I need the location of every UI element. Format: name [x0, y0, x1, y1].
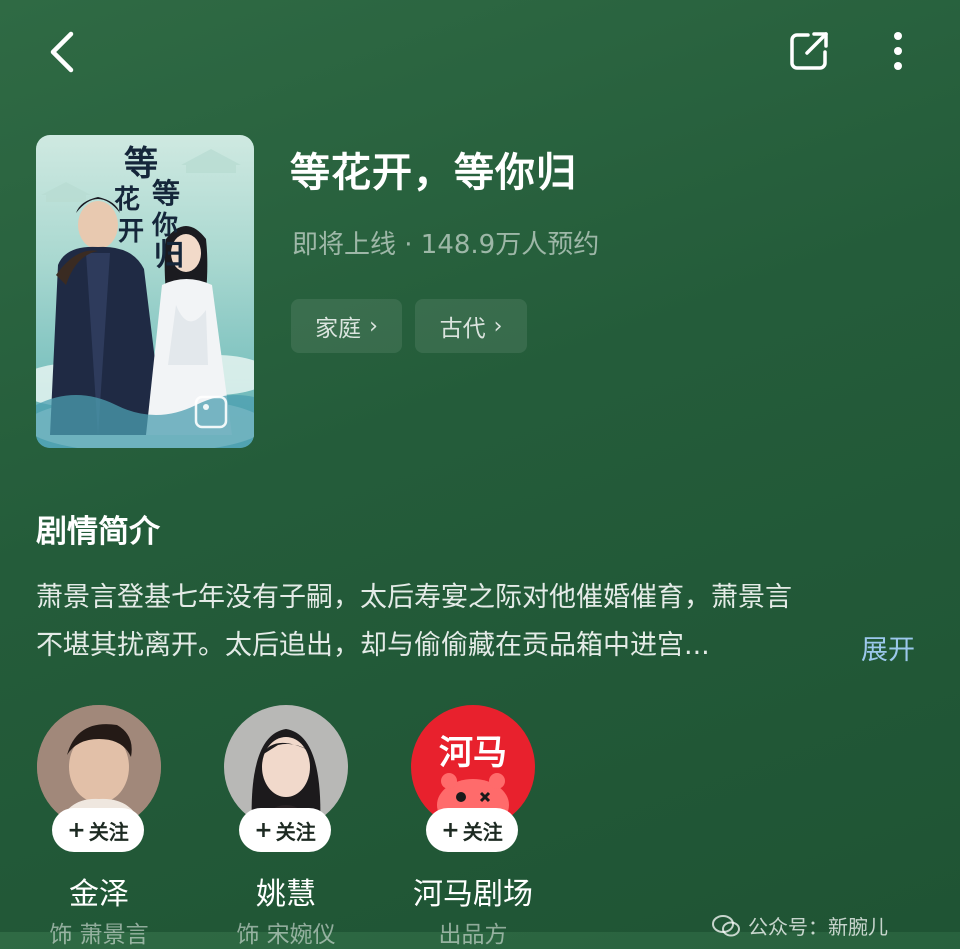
- cast-role: 饰 萧景言: [49, 922, 149, 948]
- synopsis-heading: 剧情简介: [36, 514, 160, 550]
- cast-name[interactable]: 河马剧场: [373, 869, 573, 913]
- plus-icon: +: [441, 817, 460, 843]
- hema-logo-text: 河马: [439, 733, 507, 773]
- follow-button[interactable]: + 关注: [239, 808, 331, 852]
- cast-name[interactable]: 金泽: [0, 869, 199, 913]
- follow-label: 关注: [275, 819, 316, 844]
- tag-label: 古代: [439, 316, 486, 342]
- chevron-right-icon: ›: [369, 313, 378, 339]
- share-button[interactable]: [782, 24, 836, 78]
- expand-synopsis-link[interactable]: 展开: [861, 628, 915, 667]
- show-poster[interactable]: 等 花 等 开 你 归: [36, 135, 254, 448]
- tag-label: 家庭: [315, 316, 362, 342]
- show-title: 等花开，等你归: [290, 150, 577, 196]
- back-button[interactable]: [36, 26, 88, 78]
- wechat-watermark: 公众号：新腕儿: [712, 911, 888, 940]
- chevron-right-icon: ›: [493, 313, 503, 339]
- cast-role: 出品方: [438, 922, 508, 948]
- poster-title-art: 等 花 等 开 你 归: [114, 144, 184, 273]
- chevron-left-icon: [50, 31, 74, 73]
- share-external-icon: [790, 32, 828, 70]
- watermark-text: 公众号：新腕儿: [748, 915, 888, 939]
- follow-label: 关注: [462, 819, 503, 844]
- release-status: 即将上线 · 148.9万人预约: [292, 230, 600, 260]
- synopsis-line-1: 萧景言登基七年没有子嗣，太后寿宴之际对他催婚催育，萧景言: [36, 582, 792, 613]
- plus-icon: +: [254, 817, 273, 843]
- more-vertical-icon: [894, 32, 902, 70]
- more-button[interactable]: [874, 24, 922, 78]
- cast-name[interactable]: 姚慧: [186, 869, 386, 913]
- follow-label: 关注: [88, 819, 129, 844]
- cast-role: 饰 宋婉仪: [236, 922, 336, 948]
- wechat-icon: [712, 914, 740, 936]
- plus-icon: +: [67, 817, 86, 843]
- tag-ancient[interactable]: 古代 ›: [415, 299, 527, 353]
- synopsis-line-2: 不堪其扰离开。太后追出，却与偷偷藏在贡品箱中进宫...: [36, 630, 710, 661]
- follow-button[interactable]: + 关注: [52, 808, 144, 852]
- tag-family[interactable]: 家庭 ›: [291, 299, 402, 353]
- follow-button[interactable]: + 关注: [426, 808, 518, 852]
